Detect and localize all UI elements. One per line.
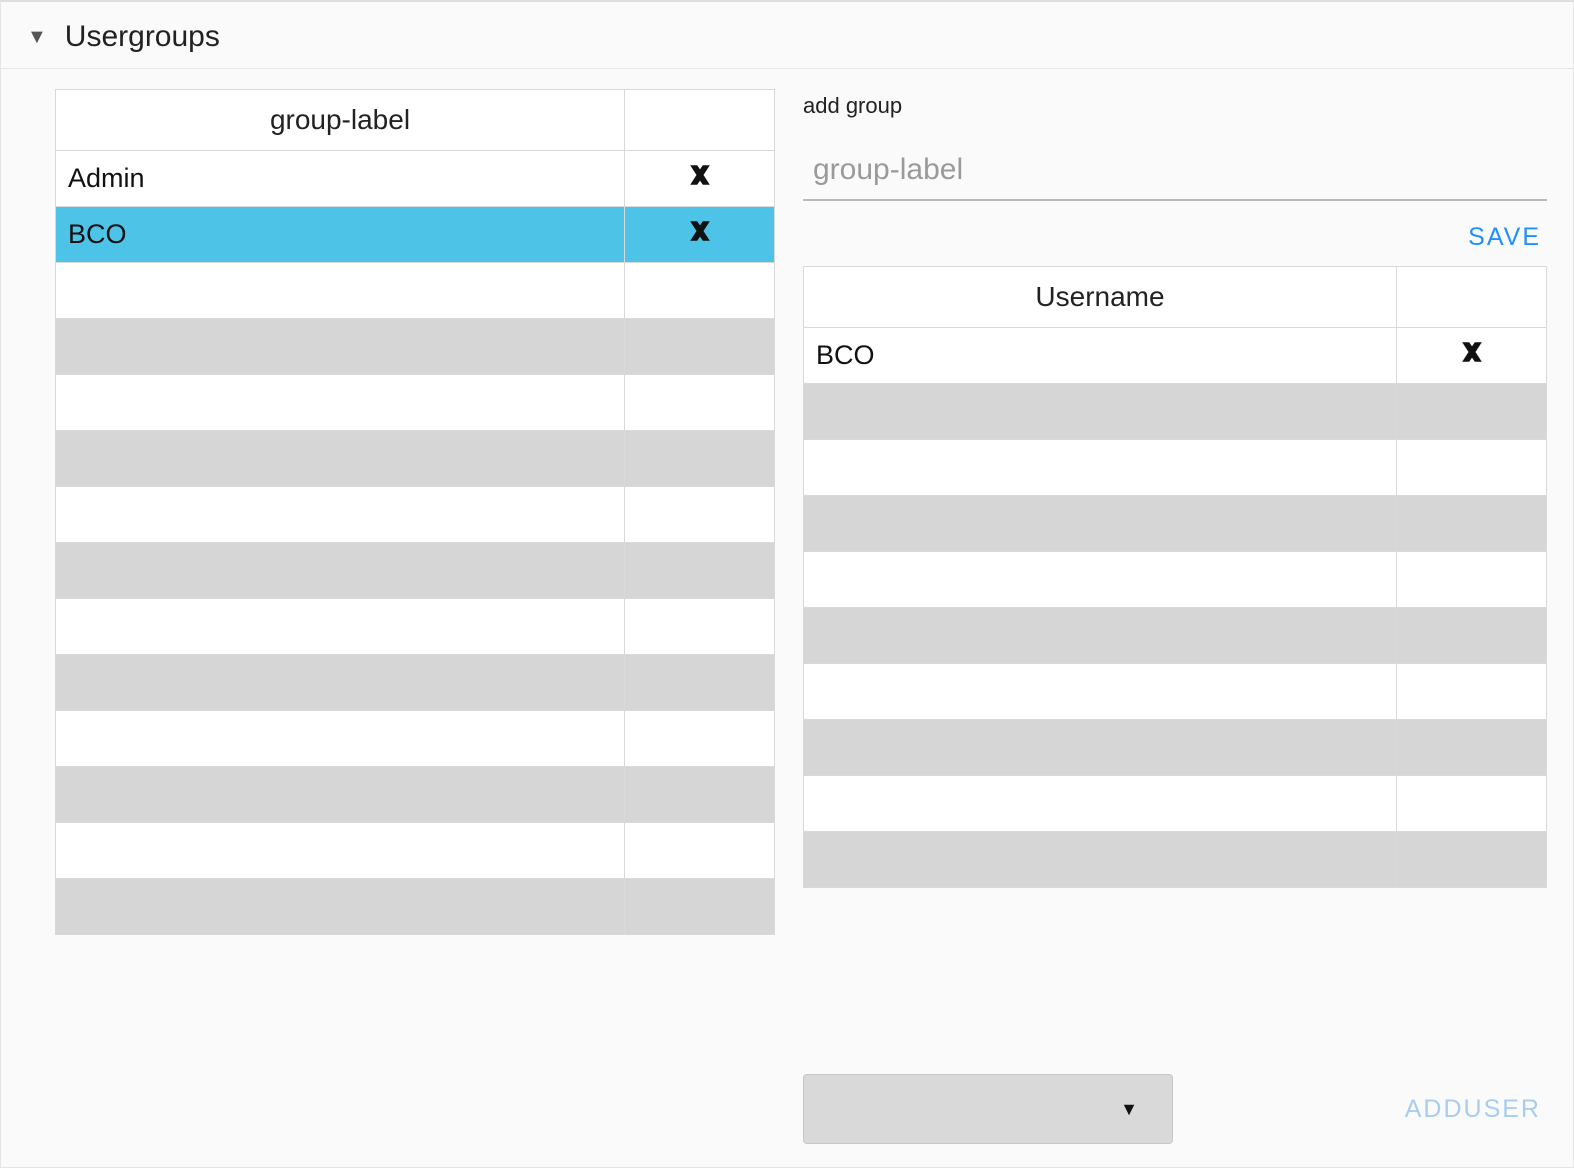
usergroups-panel: ▼ Usergroups group-label AdminBCO [0,0,1574,1168]
delete-icon[interactable] [686,217,714,250]
empty-cell [804,720,1397,776]
delete-icon[interactable] [1458,338,1486,371]
user-cell[interactable]: BCO [804,328,1397,384]
group-cell[interactable]: BCO [56,207,625,263]
empty-cell [56,431,625,487]
groups-header-label: group-label [56,90,625,151]
empty-cell [625,375,775,431]
empty-cell [804,776,1397,832]
table-row [804,608,1547,664]
table-row [56,263,775,319]
table-row [804,776,1547,832]
empty-cell [56,543,625,599]
empty-cell [1397,608,1547,664]
chevron-down-icon: ▼ [1120,1099,1138,1120]
empty-cell [56,711,625,767]
table-row [56,431,775,487]
table-row [804,496,1547,552]
users-header-label: Username [804,267,1397,328]
empty-cell [804,552,1397,608]
table-row [804,664,1547,720]
empty-cell [625,487,775,543]
empty-cell [1397,832,1547,888]
add-user-button[interactable]: ADDUSER [1405,1095,1541,1124]
empty-cell [56,263,625,319]
empty-cell [625,823,775,879]
user-delete-cell[interactable] [1397,328,1547,384]
empty-cell [1397,664,1547,720]
empty-cell [1397,384,1547,440]
table-row [56,767,775,823]
groups-table-wrap: group-label AdminBCO [55,89,775,1144]
table-row[interactable]: BCO [804,328,1547,384]
users-table: Username BCO [803,266,1547,888]
empty-cell [804,384,1397,440]
groups-table: group-label AdminBCO [55,89,775,935]
group-delete-cell[interactable] [625,151,775,207]
empty-cell [56,655,625,711]
table-row[interactable]: Admin [56,151,775,207]
groups-column: group-label AdminBCO [55,89,775,1144]
table-row [56,487,775,543]
table-row [804,552,1547,608]
user-select[interactable]: ▼ [803,1074,1173,1144]
delete-icon[interactable] [686,161,714,194]
table-row [56,599,775,655]
empty-cell [56,767,625,823]
empty-cell [1397,720,1547,776]
group-label-input[interactable] [803,147,1547,201]
empty-cell [625,711,775,767]
users-header-action [1397,267,1547,328]
empty-cell [1397,552,1547,608]
empty-cell [804,608,1397,664]
groups-header-action [625,90,775,151]
users-table-wrap: Username BCO [803,266,1547,1062]
table-row [56,319,775,375]
empty-cell [1397,776,1547,832]
group-cell[interactable]: Admin [56,151,625,207]
table-row [804,720,1547,776]
table-row [804,384,1547,440]
table-row [56,375,775,431]
empty-cell [56,599,625,655]
save-button[interactable]: SAVE [1468,223,1541,252]
empty-cell [1397,440,1547,496]
empty-cell [1397,496,1547,552]
empty-cell [625,879,775,935]
empty-cell [625,655,775,711]
panel-content: group-label AdminBCO add group SAVE [1,69,1573,1144]
panel-title: Usergroups [65,20,220,54]
table-row[interactable]: BCO [56,207,775,263]
empty-cell [56,879,625,935]
empty-cell [625,599,775,655]
empty-cell [625,431,775,487]
panel-header[interactable]: ▼ Usergroups [1,2,1573,69]
empty-cell [625,767,775,823]
table-row [56,823,775,879]
empty-cell [56,823,625,879]
table-row [56,879,775,935]
add-group-label: add group [803,93,1547,119]
empty-cell [625,263,775,319]
empty-cell [56,319,625,375]
empty-cell [804,832,1397,888]
empty-cell [625,543,775,599]
collapse-toggle-icon[interactable]: ▼ [27,26,47,49]
empty-cell [804,664,1397,720]
table-row [56,655,775,711]
empty-cell [804,496,1397,552]
table-row [56,711,775,767]
save-row: SAVE [803,201,1547,266]
detail-column: add group SAVE Username BCO [803,89,1547,1144]
table-row [804,440,1547,496]
empty-cell [56,375,625,431]
table-row [56,543,775,599]
empty-cell [625,319,775,375]
empty-cell [804,440,1397,496]
add-user-row: ▼ ADDUSER [803,1062,1547,1144]
group-delete-cell[interactable] [625,207,775,263]
empty-cell [56,487,625,543]
table-row [804,832,1547,888]
